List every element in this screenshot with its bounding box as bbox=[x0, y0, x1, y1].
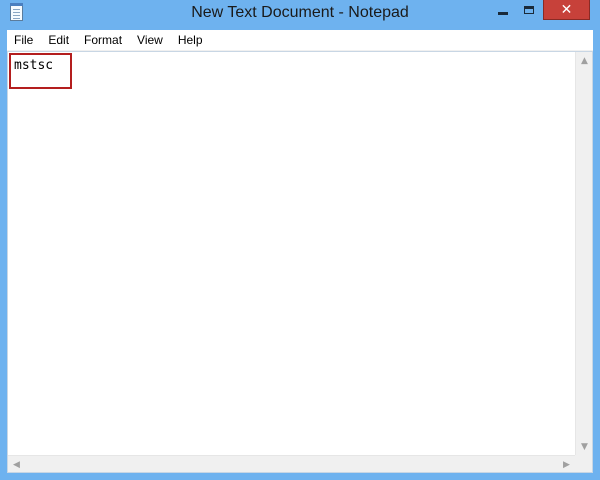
text-editor[interactable]: mstsc ▲ ▼ ◀ ▶ bbox=[7, 51, 593, 473]
minimize-icon bbox=[498, 11, 508, 15]
menu-bar: File Edit Format View Help bbox=[7, 30, 593, 51]
scroll-up-icon[interactable]: ▲ bbox=[576, 52, 593, 69]
horizontal-scrollbar[interactable]: ◀ ▶ bbox=[8, 455, 575, 472]
scroll-right-icon[interactable]: ▶ bbox=[558, 456, 575, 473]
vertical-scrollbar[interactable]: ▲ ▼ bbox=[575, 52, 592, 455]
maximize-icon bbox=[524, 6, 534, 14]
menu-view[interactable]: View bbox=[130, 30, 171, 50]
menu-edit[interactable]: Edit bbox=[41, 30, 77, 50]
maximize-button[interactable] bbox=[516, 0, 542, 20]
scroll-down-icon[interactable]: ▼ bbox=[576, 438, 593, 455]
highlight-box bbox=[9, 53, 72, 89]
menu-help[interactable]: Help bbox=[171, 30, 211, 50]
title-bar[interactable]: New Text Document - Notepad ✕ bbox=[0, 0, 600, 30]
close-icon: ✕ bbox=[560, 1, 573, 18]
menu-format[interactable]: Format bbox=[77, 30, 130, 50]
size-grip[interactable] bbox=[575, 455, 592, 472]
minimize-button[interactable] bbox=[490, 0, 516, 20]
notepad-window: New Text Document - Notepad ✕ File Edit … bbox=[0, 0, 600, 480]
menu-file[interactable]: File bbox=[7, 30, 41, 50]
close-button[interactable]: ✕ bbox=[543, 0, 590, 20]
scroll-left-icon[interactable]: ◀ bbox=[8, 456, 25, 473]
